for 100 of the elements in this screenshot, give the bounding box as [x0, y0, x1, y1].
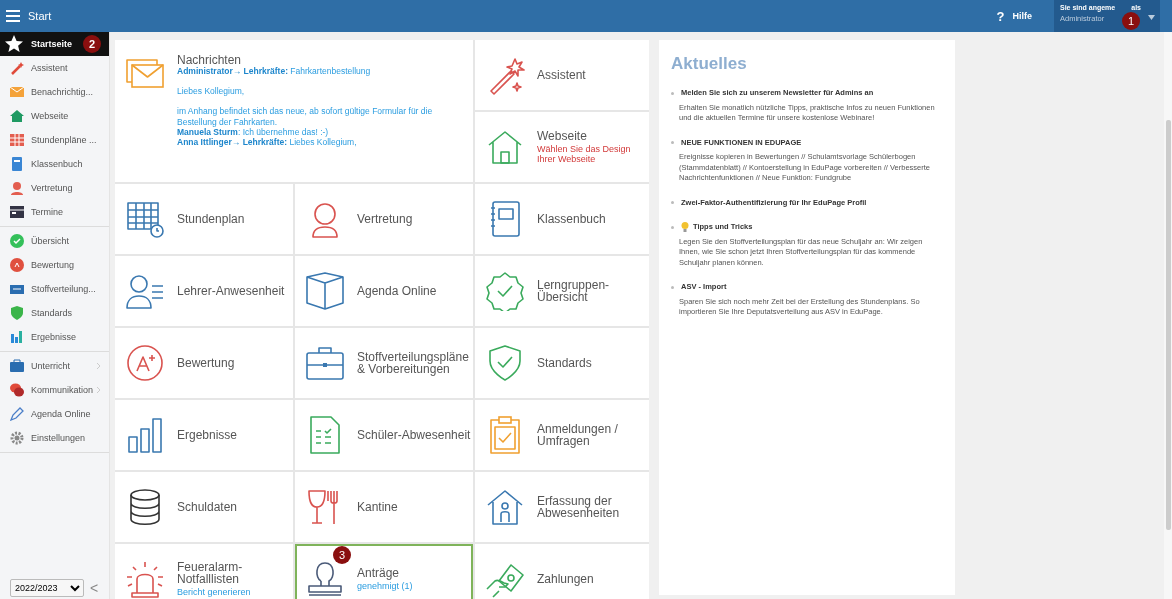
star-icon	[4, 34, 24, 54]
tile[interactable]: Agenda Online	[295, 256, 473, 326]
house-person-icon	[485, 487, 525, 527]
tile[interactable]: Bewertung	[115, 328, 293, 398]
sidebar-item[interactable]: Kommunikation	[0, 378, 109, 402]
circle-icon	[10, 258, 24, 272]
sidebar-item[interactable]: Assistent	[0, 56, 109, 80]
tile-title: Lehrer-Anwesenheit	[177, 285, 285, 297]
message-text: Manuela Sturm: Ich übernehme das! :-)	[177, 126, 330, 137]
tile-title: Webseite	[537, 130, 588, 142]
message-text: Liebes Kollegium,	[177, 86, 246, 97]
tile-title: Agenda Online	[357, 285, 437, 297]
news-heading: Aktuelles	[671, 54, 748, 74]
scrollbar[interactable]	[1164, 32, 1172, 599]
check-badge-icon	[485, 271, 525, 311]
notification-badge: 3	[333, 546, 351, 564]
tile-title: Anmeldungen / Umfragen	[537, 423, 619, 447]
tile[interactable]: Kantine	[295, 472, 473, 542]
wand-icon	[10, 61, 24, 75]
check-circle-icon	[10, 234, 24, 248]
tile[interactable]: Schüler-Abwesenheit	[295, 400, 473, 470]
tile[interactable]: Ergebnisse	[115, 400, 293, 470]
sidebar-item[interactable]: Unterricht	[0, 354, 109, 378]
sidebar-item[interactable]: Vertretung	[0, 176, 109, 200]
sidebar-item[interactable]: Klassenbuch	[0, 152, 109, 176]
sidebar-item[interactable]: Webseite	[0, 104, 109, 128]
shield-icon	[10, 306, 24, 320]
pencil-icon	[10, 407, 24, 421]
tile-title: Schüler-Abwesenheit	[357, 429, 471, 441]
folder-icon	[10, 282, 24, 296]
message-text: Administrator→ Lehrkräfte: Fahrkartenbestellung	[177, 66, 372, 77]
tile-subtitle: Wählen Sie das Design Ihrer Webseite	[537, 144, 632, 164]
tile[interactable]: Lerngruppen-Übersicht	[475, 256, 649, 326]
tile-title: Stundenplan	[177, 213, 245, 225]
calendar-icon	[10, 205, 24, 219]
menu-icon	[6, 10, 20, 22]
tile[interactable]: Feueralarm-Notfalllisten Bericht generieren	[115, 544, 293, 599]
gear-icon	[10, 431, 24, 445]
message-text: im Anhang befindet sich das neue, ab sofort gültige Formular für die Bestellung der Fahrkarten.	[177, 106, 434, 127]
tile[interactable]: Lehrer-Anwesenheit	[115, 256, 293, 326]
tile-title: Lerngruppen-Übersicht	[537, 279, 611, 303]
tile[interactable]: Stoffverteilungspläne & Vorbereitungen	[295, 328, 473, 398]
tile[interactable]: Erfassung der Abwesenheiten	[475, 472, 649, 542]
sidebar-item[interactable]: Ergebnisse	[0, 325, 109, 349]
tile[interactable]: Standards	[475, 328, 649, 398]
tile[interactable]: Anträge genehmigt (1) 3	[295, 544, 473, 599]
sidebar-item[interactable]: Stoffverteilung...	[0, 277, 109, 301]
tile[interactable]: Zahlungen	[475, 544, 649, 599]
tile-title: Assistent	[537, 69, 586, 81]
lightbulb-icon	[681, 222, 689, 233]
bullet-icon	[671, 201, 674, 205]
tile-title: Bewertung	[177, 357, 235, 369]
bullet-icon	[671, 285, 674, 289]
tile-title: Erfassung der Abwesenheiten	[537, 495, 621, 519]
tile-title: Feueralarm-Notfalllisten	[177, 561, 244, 585]
tile[interactable]	[115, 40, 473, 182]
tile-title: Schuldaten	[177, 501, 238, 513]
sidebar-item[interactable]: Standards	[0, 301, 109, 325]
sidebar-item[interactable]: Übersicht	[0, 229, 109, 253]
bar-chart-icon	[125, 415, 165, 455]
sidebar-item[interactable]: Bewertung	[0, 253, 109, 277]
sidebar-item[interactable]: Termine	[0, 200, 109, 224]
timetable-icon	[125, 199, 165, 239]
chat-icon	[10, 383, 24, 397]
bar-chart-icon	[10, 330, 24, 344]
siren-icon	[125, 559, 165, 599]
tile-title: Vertretung	[357, 213, 413, 225]
sidebar-item[interactable]: Einstellungen	[0, 426, 109, 450]
tile-title: Klassenbuch	[537, 213, 606, 225]
message-text: Anna Ittlinger→ Lehrkräfte: Liebes Kollegium,	[177, 136, 358, 148]
envelope-icon	[10, 85, 24, 99]
notebook-icon	[10, 157, 24, 171]
year-select[interactable]: 2022/2023	[10, 579, 84, 597]
sidebar-item[interactable]: Startseite 2	[0, 32, 109, 56]
briefcase-icon	[10, 359, 24, 373]
tile-title: Kantine	[357, 501, 398, 513]
tile[interactable]: Webseite Wählen Sie das Design Ihrer Webseite	[475, 112, 649, 182]
tile[interactable]: Schuldaten	[115, 472, 293, 542]
tile-title: Nachrichten	[177, 54, 243, 66]
notification-badge: 2	[83, 35, 102, 53]
help-icon[interactable]: ?	[996, 8, 1005, 24]
sidebar-item[interactable]: Agenda Online	[0, 402, 109, 426]
help-link[interactable]: Hilfe	[1012, 11, 1032, 21]
calendar-icon	[10, 133, 24, 147]
house-icon	[10, 109, 24, 123]
person-icon	[10, 181, 24, 195]
tile-title: Zahlungen	[537, 573, 594, 585]
tile-title: Anträge	[357, 567, 401, 579]
grade-circle-icon	[125, 343, 165, 383]
tile[interactable]: Stundenplan	[115, 184, 293, 254]
sidebar-item[interactable]: Benachrichtig...	[0, 80, 109, 104]
sidebar-item[interactable]: Stundenpläne ...	[0, 128, 109, 152]
tile[interactable]: Vertretung	[295, 184, 473, 254]
page-title: Start	[28, 10, 52, 22]
tile[interactable]: Anmeldungen / Umfragen	[475, 400, 649, 470]
tile[interactable]: Klassenbuch	[475, 184, 649, 254]
stamp-icon	[305, 559, 345, 599]
bullet-icon	[671, 141, 674, 145]
scrollbar-thumb[interactable]	[1166, 120, 1171, 530]
tile[interactable]: Assistent	[475, 40, 649, 110]
